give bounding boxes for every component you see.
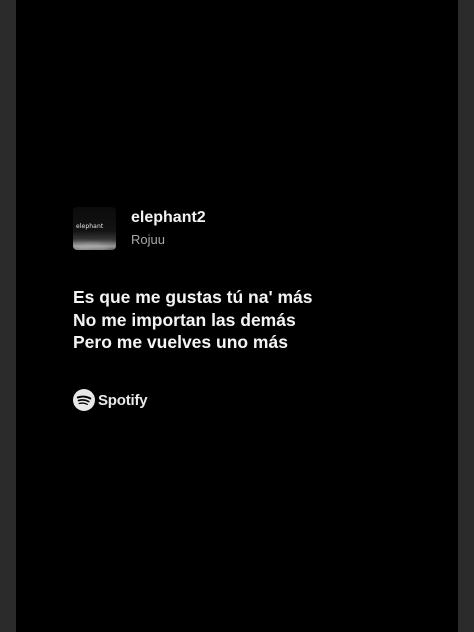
spotify-branding: Spotify [73,389,148,411]
album-cover-label: elephant [76,223,104,230]
lyric-line: Es que me gustas tú na' más [73,287,313,307]
album-cover: elephant [73,207,116,250]
lyric-line: No me importan las demás [73,309,296,330]
track-meta: elephant2 Rojuu [131,208,206,249]
spotify-wordmark: Spotify [98,391,148,409]
album-cover-haze [73,236,116,250]
track-info: elephant elephant2 Rojuu [73,207,206,250]
track-artist: Rojuu [131,232,165,247]
track-title: elephant2 [131,209,206,226]
spotify-icon [73,389,95,411]
lyric-line: Pero me vuelves uno más [73,332,288,352]
screenshot-frame: elephant elephant2 Rojuu Es que me gusta… [0,0,474,632]
lyrics-block: Es que me gustas tú na' más No me import… [73,286,313,354]
